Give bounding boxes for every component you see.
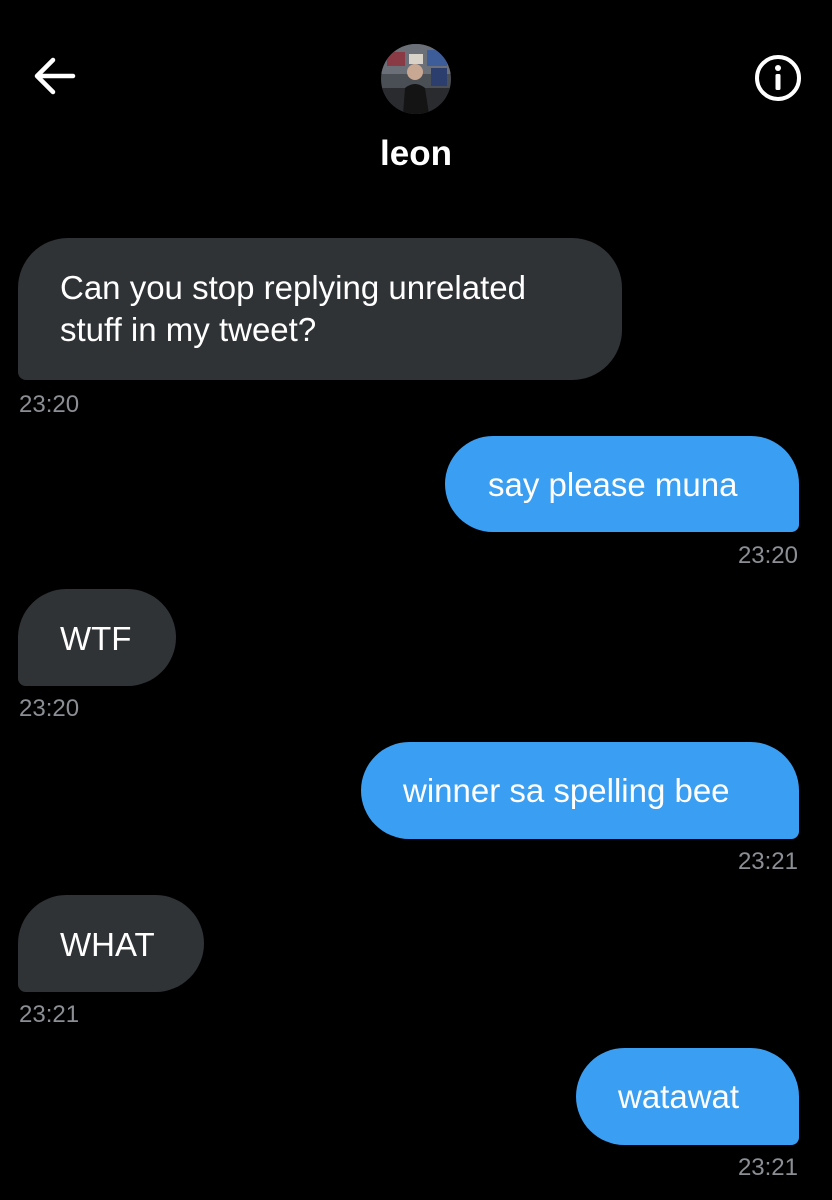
message-text: winner sa spelling bee xyxy=(403,772,730,809)
message-bubble-sent[interactable]: say please muna xyxy=(445,436,799,532)
message-text: WTF xyxy=(60,620,132,657)
message-timestamp: 23:20 xyxy=(19,695,80,722)
message-bubble-sent[interactable]: winner sa spelling bee xyxy=(361,742,799,839)
message-bubble-received[interactable]: WTF xyxy=(18,589,176,686)
message-timestamp: 23:21 xyxy=(737,848,798,875)
message-timestamp: 23:21 xyxy=(737,1154,798,1181)
back-button[interactable] xyxy=(28,52,80,100)
message-bubble-received[interactable]: WHAT xyxy=(18,895,204,992)
message-timestamp: 23:21 xyxy=(19,1001,80,1028)
message-text: watawat xyxy=(618,1078,740,1115)
message-timestamp: 23:20 xyxy=(19,391,80,418)
info-button[interactable] xyxy=(748,50,808,106)
message-text: WHAT xyxy=(60,926,155,963)
message-bubble-sent[interactable]: watawat xyxy=(576,1048,799,1145)
conversation-header: leon xyxy=(0,0,832,200)
info-circle-icon xyxy=(755,55,801,101)
message-text: say please muna xyxy=(488,466,738,503)
avatar[interactable] xyxy=(381,44,451,114)
arrow-left-icon xyxy=(34,57,76,95)
message-bubble-received[interactable]: Can you stop replying unrelated stuff in… xyxy=(18,238,622,380)
message-text: Can you stop replying unrelated stuff in… xyxy=(60,269,526,348)
contact-name[interactable]: leon xyxy=(0,134,832,174)
message-timestamp: 23:20 xyxy=(737,542,798,569)
avatar-image xyxy=(381,44,451,114)
